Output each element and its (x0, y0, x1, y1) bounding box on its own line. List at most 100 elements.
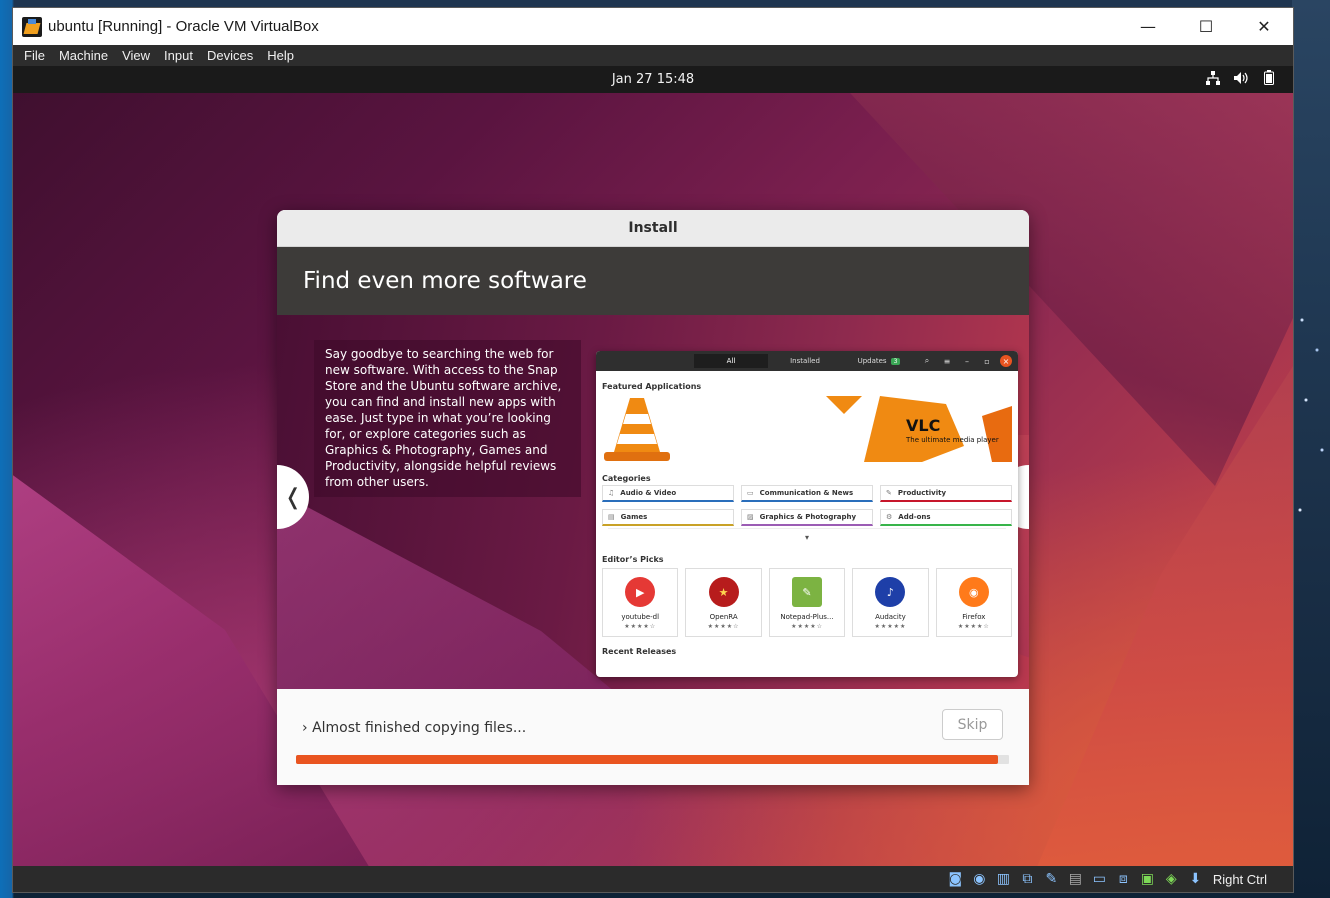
host-key-label: Right Ctrl (1212, 871, 1267, 887)
category-label: Productivity (897, 489, 947, 497)
category-label: Communication & News (759, 489, 854, 497)
virtualbox-app-icon (22, 16, 42, 37)
system-tray[interactable] (1205, 66, 1277, 93)
mouse-integration-icon[interactable]: ◈ (1161, 869, 1182, 890)
store-tabs: All Installed Updates 3 (694, 354, 916, 368)
skip-button[interactable]: Skip (942, 709, 1003, 740)
editors-picks-label: Editor’s Picks (602, 555, 664, 564)
dialog-title: Install (277, 210, 1029, 247)
pick-card: ★ OpenRA ★★★★☆ (685, 568, 762, 637)
menu-help[interactable]: Help (260, 48, 301, 63)
store-header-icons: ⌕ ≡ – ▫ × (920, 354, 1012, 368)
cpu-icon[interactable]: ▣ (1137, 869, 1158, 890)
youtube-dl-icon: ▶ (625, 577, 656, 607)
volume-icon[interactable] (1233, 71, 1249, 89)
featured-label: Featured Applications (602, 382, 702, 391)
expand-chevron-icon[interactable]: › (302, 720, 308, 736)
pick-rating: ★★★★☆ (707, 623, 740, 630)
category-label: Games (620, 513, 648, 521)
network-adapter-icon[interactable]: ▥ (993, 869, 1014, 890)
store-tab-label: Updates (857, 357, 887, 365)
slide-description: Say goodbye to searching the web for new… (314, 340, 581, 497)
pick-name: Audacity (875, 613, 906, 621)
usb-icon[interactable]: ⧉ (1017, 869, 1038, 890)
recording-icon[interactable]: ▭ (1089, 869, 1110, 890)
category-graphics-photography: ▨ Graphics & Photography (741, 509, 873, 526)
store-tab-installed: Installed (768, 354, 842, 368)
window-titlebar[interactable]: ubuntu [Running] - Oracle VM VirtualBox … (13, 8, 1293, 45)
recent-releases-label: Recent Releases (602, 647, 677, 656)
clock[interactable]: Jan 27 15:48 (612, 72, 694, 87)
virtualbox-window: ubuntu [Running] - Oracle VM VirtualBox … (13, 8, 1293, 892)
guest-screen[interactable]: Jan 27 15:48 Install Find even more soft… (13, 66, 1293, 874)
pick-rating: ★★★★☆ (624, 623, 657, 630)
menu-machine[interactable]: Machine (52, 48, 115, 63)
pick-card: ◉ Firefox ★★★★☆ (935, 568, 1013, 637)
minimize-icon: – (965, 356, 969, 366)
store-tab-updates: Updates 3 (842, 354, 916, 368)
installer-footer: › Almost finished copying files... Skip (277, 689, 1029, 785)
slide-header: Find even more software (277, 247, 1029, 315)
vlc-title: VLC (906, 416, 941, 435)
slide-heading: Find even more software (303, 268, 587, 294)
pencil-icon: ✎ (886, 489, 892, 497)
minimize-button[interactable]: — (1119, 8, 1177, 45)
menu-icon: ≡ (943, 356, 951, 366)
close-button[interactable]: ✕ (1235, 8, 1293, 45)
menu-view[interactable]: View (115, 48, 157, 63)
menu-file[interactable]: File (17, 48, 52, 63)
menubar: File Machine View Input Devices Help (13, 45, 1293, 66)
shared-folder-icon[interactable]: ✎ (1041, 869, 1062, 890)
window-controls: — ☐ ✕ (1119, 8, 1293, 45)
editors-picks: ▶ youtube-dl ★★★★☆ ★ OpenRA ★★★★☆ ✎ Note… (596, 564, 1018, 641)
category-label: Add-ons (898, 513, 931, 521)
pick-name: OpenRA (709, 613, 738, 621)
updates-count-badge: 3 (890, 357, 901, 365)
menu-input[interactable]: Input (157, 48, 200, 63)
software-store-screenshot: All Installed Updates 3 ⌕ ≡ – ▫ × Feature… (596, 351, 1018, 677)
category-productivity: ✎ Productivity (880, 485, 1012, 502)
optical-drive-icon[interactable]: ◙ (945, 869, 966, 890)
category-label: Graphics & Photography (759, 513, 857, 521)
categories-label: Categories (602, 474, 651, 483)
show-more-chevron-icon: ▾ (608, 528, 1006, 547)
category-grid: ♫ Audio & Video ▭ Communication & News ✎ Pr… (596, 483, 1018, 528)
maximize-button[interactable]: ☐ (1177, 8, 1235, 45)
category-audio-video: ♫ Audio & Video (602, 485, 734, 502)
status-text: Almost finished copying files... (312, 720, 527, 736)
install-status[interactable]: › Almost finished copying files... (302, 720, 526, 736)
notepad-plus-icon: ✎ (792, 577, 823, 607)
host-wallpaper-strip (1292, 0, 1330, 898)
pick-name: Notepad-Plus... (780, 613, 834, 621)
store-tab-label: Installed (790, 357, 820, 365)
store-tab-all: All (694, 354, 768, 368)
vlc-tagline: The ultimate media player (906, 436, 999, 444)
network-icon[interactable] (1205, 70, 1221, 89)
pick-rating: ★★★★☆ (957, 623, 990, 630)
window-title: ubuntu [Running] - Oracle VM VirtualBox (48, 18, 319, 35)
pick-name: youtube-dl (621, 613, 660, 621)
menu-devices[interactable]: Devices (200, 48, 260, 63)
close-icon: × (1000, 355, 1012, 367)
openra-icon: ★ (708, 577, 739, 607)
pick-card: ▶ youtube-dl ★★★★☆ (602, 568, 679, 637)
puzzle-icon: ⚙ (886, 513, 893, 521)
search-icon: ⌕ (924, 356, 930, 365)
featured-banner: VLC The ultimate media player (602, 394, 1012, 462)
display-icon[interactable]: ▤ (1065, 869, 1086, 890)
battery-icon[interactable] (1261, 70, 1277, 89)
audio-icon[interactable]: ◉ (969, 869, 990, 890)
pick-card: ✎ Notepad-Plus... ★★★★☆ (768, 568, 846, 637)
image-icon: ▨ (747, 513, 754, 521)
category-games: ▤ Games (602, 509, 734, 526)
host-key-arrow-icon[interactable]: ⬇ (1185, 869, 1206, 890)
firefox-icon: ◉ (958, 577, 989, 607)
installer-dialog: Install Find even more software Say good… (277, 210, 1029, 785)
vm-display-icon[interactable]: ⧈ (1113, 869, 1134, 890)
maximize-icon: ▫ (984, 356, 990, 366)
chat-icon: ▭ (747, 489, 754, 497)
install-progress-bar (296, 755, 1009, 764)
store-tab-label: All (726, 357, 736, 365)
pick-rating: ★★★★☆ (791, 623, 823, 630)
slideshow: Say goodbye to searching the web for new… (277, 315, 1029, 689)
